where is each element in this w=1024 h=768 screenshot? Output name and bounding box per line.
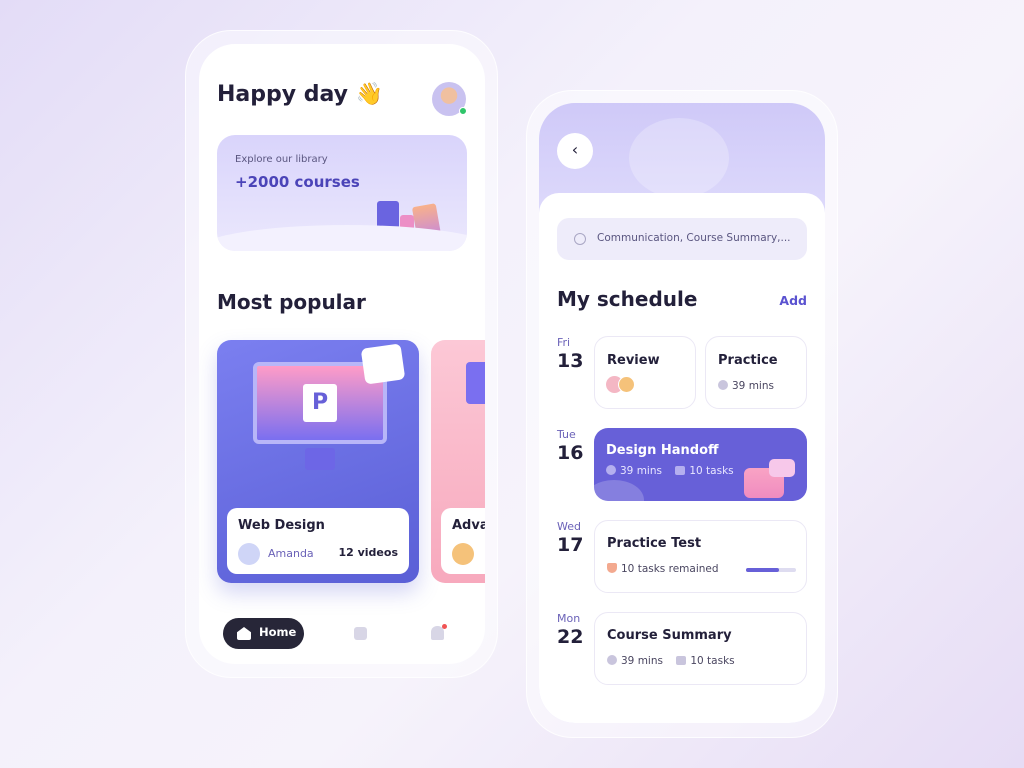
search-icon [574, 233, 586, 245]
course-card-web-design[interactable]: P Web Design Amanda 12 videos [217, 340, 419, 583]
date-label: 22 [557, 626, 584, 648]
greeting: Happy day 👋 [217, 82, 384, 107]
event-title: Practice Test [607, 536, 702, 551]
course-title: Advanced [452, 518, 485, 533]
notification-dot [442, 624, 447, 629]
home-icon [237, 627, 251, 640]
cloud-decoration [594, 480, 644, 501]
participant-avatar [618, 376, 635, 393]
event-meta: 39 mins 10 tasks [607, 655, 735, 667]
event-practice-test[interactable]: Practice Test 10 tasks remained [594, 520, 807, 593]
remaining-text: 10 tasks remained [621, 563, 719, 575]
day-label: Mon [557, 612, 581, 625]
header-blob [629, 118, 729, 198]
progress-bar [746, 568, 796, 572]
event-meta: 39 mins 10 tasks [606, 465, 734, 477]
course-info: Advanced [441, 508, 485, 574]
chat-bubble-illustration [769, 459, 795, 477]
schedule-screen: ‹ Communication, Course Summary,... My s… [539, 103, 825, 723]
section-title: Most popular [217, 290, 366, 314]
clock-icon [718, 380, 728, 390]
p-letter-icon: P [303, 384, 337, 422]
event-review[interactable]: Review [594, 336, 696, 409]
day-label: Wed [557, 520, 581, 533]
banner-subtitle: Explore our library [235, 154, 328, 165]
book-icon [675, 466, 686, 475]
course-title: Web Design [238, 518, 325, 533]
day-label: Fri [557, 336, 571, 349]
trophy-icon [607, 563, 617, 573]
author-avatar [452, 543, 474, 565]
event-title: Design Handoff [606, 443, 719, 458]
video-count: 12 videos [338, 546, 398, 559]
wave [217, 225, 467, 251]
search-placeholder: Communication, Course Summary,... [597, 232, 791, 244]
schedule-title: My schedule [557, 287, 698, 311]
event-title: Review [607, 353, 660, 368]
course-illustration [466, 362, 485, 404]
clock-icon [606, 465, 616, 475]
online-indicator [459, 107, 467, 115]
banner-title: +2000 courses [235, 173, 360, 191]
duration-text: 39 mins [732, 380, 774, 392]
progress-fill [746, 568, 779, 572]
tasks-text: 10 tasks [689, 465, 734, 477]
event-course-summary[interactable]: Course Summary 39 mins 10 tasks [594, 612, 807, 685]
add-button[interactable]: Add [779, 293, 807, 308]
book-icon [676, 656, 687, 665]
date-label: 13 [557, 350, 584, 372]
date-label: 16 [557, 442, 584, 464]
image-icon [360, 343, 406, 385]
monitor-stand [305, 448, 335, 470]
search-input[interactable]: Communication, Course Summary,... [557, 218, 807, 260]
event-design-handoff[interactable]: Design Handoff 39 mins 10 tasks [594, 428, 807, 501]
event-title: Course Summary [607, 628, 732, 643]
home-screen: Happy day 👋 Explore our library +2000 co… [199, 44, 485, 664]
duration-text: 39 mins [620, 465, 662, 477]
clock-icon [607, 655, 617, 665]
date-label: 17 [557, 534, 584, 556]
library-banner[interactable]: Explore our library +2000 courses [217, 135, 467, 251]
course-info: Web Design Amanda 12 videos [227, 508, 409, 574]
event-practice[interactable]: Practice 39 mins [705, 336, 807, 409]
back-button[interactable]: ‹ [557, 133, 593, 169]
author-avatar [238, 543, 260, 565]
avatar[interactable] [432, 82, 467, 116]
nav-home-label: Home [259, 625, 297, 639]
event-remaining: 10 tasks remained [607, 563, 719, 575]
nav-home-button[interactable]: Home [223, 618, 304, 649]
calendar-icon[interactable] [354, 627, 367, 640]
tasks-text: 10 tasks [690, 655, 735, 667]
duration-text: 39 mins [621, 655, 663, 667]
event-title: Practice [718, 353, 778, 368]
author-name: Amanda [268, 547, 314, 560]
course-card-advanced[interactable]: Advanced [431, 340, 485, 583]
schedule-sheet: Communication, Course Summary,... My sch… [539, 193, 825, 723]
event-duration: 39 mins [718, 380, 774, 392]
day-label: Tue [557, 428, 576, 441]
bell-icon[interactable] [431, 624, 447, 640]
